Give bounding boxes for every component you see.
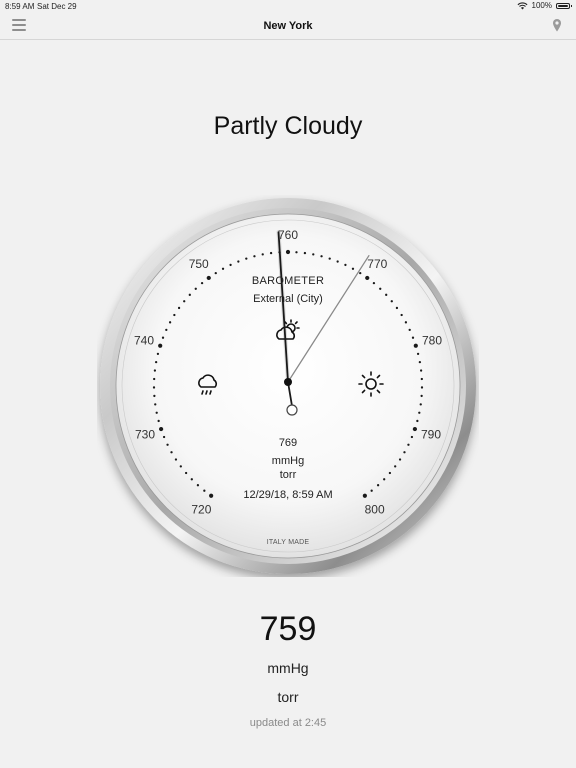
minor-tick — [214, 271, 217, 275]
minor-tick — [152, 386, 156, 389]
minor-tick — [196, 484, 200, 487]
minor-tick — [154, 403, 157, 406]
status-date: Sat Dec 29 — [37, 2, 77, 11]
minor-tick — [416, 352, 420, 356]
minor-tick — [359, 271, 362, 275]
scale-label: 740 — [134, 334, 154, 348]
status-time: 8:59 AM — [5, 2, 35, 11]
weather-condition: Partly Cloudy — [213, 112, 363, 140]
status-right: 100% — [517, 1, 572, 10]
wifi-icon — [517, 1, 528, 10]
minor-tick — [170, 451, 173, 454]
major-tick — [413, 343, 418, 348]
major-tick — [285, 249, 291, 255]
navigation-bar: New York — [0, 14, 576, 40]
minor-tick — [419, 369, 423, 372]
gauge-title: BAROMETER — [251, 275, 325, 287]
minor-tick — [376, 484, 380, 487]
minor-tick — [320, 255, 323, 258]
minor-tick — [420, 394, 423, 398]
minor-tick — [295, 251, 298, 254]
barometer-gauge: 720 730 740 750 760 770 780 790 800 BARO… — [97, 195, 479, 577]
minor-tick — [237, 260, 240, 263]
minor-tick — [168, 321, 172, 324]
scale-label: 750 — [189, 257, 209, 271]
pressure-unit-alt: torr — [277, 689, 299, 705]
minor-tick — [177, 306, 181, 310]
minor-tick — [411, 336, 415, 339]
gauge-dial: 720730740750760770780790800 — [100, 198, 476, 574]
scale-label: 720 — [191, 503, 211, 517]
minor-tick — [312, 253, 315, 256]
minor-tick — [379, 287, 382, 290]
needle-counterweight — [286, 404, 298, 416]
minor-tick — [161, 336, 165, 339]
minor-tick — [395, 306, 399, 310]
pressure-unit: mmHg — [267, 660, 309, 676]
gauge-timestamp: 12/29/18, 8:59 AM — [243, 489, 333, 501]
battery-icon — [556, 2, 572, 9]
minor-tick — [156, 352, 160, 356]
scale-label: 780 — [422, 334, 442, 348]
minor-tick — [420, 386, 424, 389]
minor-tick — [419, 403, 422, 406]
minor-tick — [245, 257, 248, 260]
gauge-unit: mmHg — [271, 455, 305, 467]
minor-tick — [261, 253, 264, 256]
minor-tick — [408, 328, 411, 332]
minor-tick — [344, 263, 347, 267]
pressure-reading: 759 — [259, 610, 317, 648]
minor-tick — [229, 263, 232, 267]
minor-tick — [269, 251, 273, 255]
gauge-reference-value: 769 — [278, 437, 298, 449]
minor-tick — [420, 377, 423, 381]
minor-tick — [173, 313, 176, 317]
major-tick — [158, 343, 163, 348]
minor-tick — [418, 411, 421, 414]
location-pin-icon[interactable] — [552, 18, 562, 32]
minor-tick — [165, 328, 168, 332]
minor-tick — [154, 361, 158, 364]
minor-tick — [221, 267, 225, 270]
scale-label: 800 — [365, 503, 385, 517]
minor-tick — [153, 394, 156, 398]
scale-label: 760 — [278, 228, 298, 242]
minor-tick — [416, 419, 419, 423]
minor-tick — [400, 313, 403, 317]
minor-tick — [418, 361, 422, 364]
minor-tick — [403, 451, 406, 454]
minor-tick — [155, 411, 158, 414]
location-title: New York — [263, 20, 313, 32]
minor-tick — [194, 287, 197, 290]
battery-percent: 100% — [531, 1, 552, 10]
minor-tick — [404, 321, 408, 324]
gauge-unit-alt: torr — [279, 469, 297, 481]
minor-tick — [153, 369, 157, 372]
minor-tick — [351, 267, 355, 270]
minor-tick — [328, 257, 331, 260]
gauge-subtitle: External (City) — [253, 293, 323, 305]
needle-hub — [284, 378, 292, 386]
minor-tick — [153, 377, 156, 381]
major-tick — [412, 426, 417, 432]
updated-time: updated at 2:45 — [249, 717, 327, 729]
minor-tick — [336, 260, 339, 263]
major-tick — [159, 426, 164, 432]
minor-tick — [157, 419, 160, 423]
gauge-maker-mark: ITALY MADE — [266, 539, 310, 546]
minor-tick — [253, 255, 256, 258]
minor-tick — [303, 251, 307, 255]
status-bar: 8:59 AM Sat Dec 29 100% — [0, 0, 576, 14]
scale-label: 770 — [367, 257, 387, 271]
